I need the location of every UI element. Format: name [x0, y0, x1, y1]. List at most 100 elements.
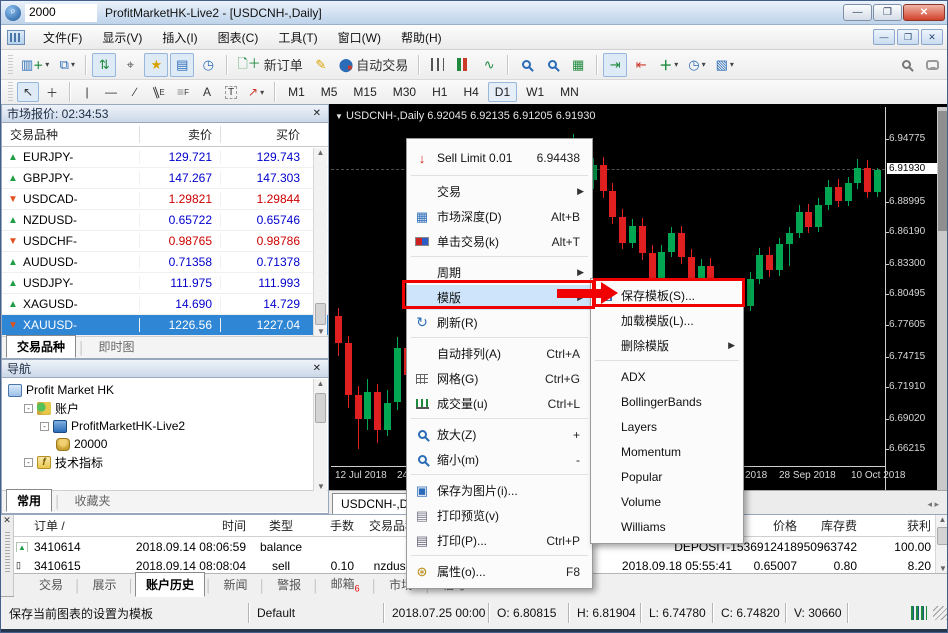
context-menu-item[interactable]: 自动排列(A)Ctrl+A — [407, 341, 592, 366]
menu-item[interactable]: 显示(V) — [92, 28, 152, 48]
resize-grip[interactable] — [933, 606, 947, 620]
market-watch-row[interactable]: ▲EURJPY-129.721129.743 — [2, 147, 328, 168]
navigator-tree-item[interactable]: Profit Market HK — [2, 381, 328, 399]
toolbar-handle[interactable] — [8, 55, 13, 75]
terminal-side-strip[interactable]: ✕ — [1, 515, 14, 597]
minimize-button[interactable]: — — [843, 4, 872, 21]
market-watch-header[interactable]: 市场报价: 02:34:53 ✕ — [2, 105, 328, 123]
market-watch-scrollbar[interactable]: ▲▼ — [313, 148, 327, 336]
navigator-tree-item[interactable]: -账户 — [2, 399, 328, 417]
market-watch-row[interactable]: ▲XAGUSD-14.69014.729 — [2, 294, 328, 315]
menu-item[interactable]: 工具(T) — [268, 28, 327, 48]
restore-button[interactable]: ❐ — [873, 4, 902, 21]
search-button[interactable] — [894, 53, 918, 77]
chart-shift-button[interactable]: ⇤ — [629, 53, 653, 77]
context-menu-item[interactable]: ▤打印(P)...Ctrl+P — [407, 528, 592, 553]
market-watch-close-icon[interactable]: ✕ — [311, 108, 323, 119]
timeframe-button-h1[interactable]: H1 — [425, 82, 454, 102]
text-label-tool-button[interactable]: T — [220, 82, 242, 102]
timeframe-button-h4[interactable]: H4 — [456, 82, 485, 102]
timeframe-button-d1[interactable]: D1 — [488, 82, 517, 102]
timeframe-button-m5[interactable]: M5 — [314, 82, 345, 102]
timeframe-button-w1[interactable]: W1 — [519, 82, 551, 102]
market-watch-row[interactable]: ▲USDJPY-111.975111.993 — [2, 273, 328, 294]
context-menu-item[interactable]: ↻刷新(R) — [407, 310, 592, 335]
navigator-toggle-button[interactable]: ★ — [144, 53, 168, 77]
autotrading-button[interactable]: ⬤■自动交易 — [335, 53, 412, 77]
profiles-button[interactable]: ⧉▾ — [55, 53, 79, 77]
data-window-button[interactable]: ⌖ — [118, 53, 142, 77]
terminal-tab[interactable]: 邮箱6 — [320, 571, 371, 597]
context-menu-item[interactable]: 成交量(u)Ctrl+L — [407, 391, 592, 416]
new-chart-button[interactable]: ▥＋▾ — [17, 53, 53, 77]
context-menu-item[interactable]: ↓Sell Limit 0.016.94438 — [407, 143, 592, 173]
navigator-tree-item[interactable]: -f技术指标 — [2, 453, 328, 471]
new-order-button[interactable]: 🗋＋新订单 — [233, 53, 306, 77]
context-menu-item[interactable]: ▦市场深度(D)Alt+B — [407, 204, 592, 229]
template-submenu-item[interactable]: ADX — [591, 364, 743, 389]
menu-item[interactable]: 帮助(H) — [391, 28, 452, 48]
context-menu-item[interactable]: ▣保存为图片(i)... — [407, 478, 592, 503]
trendline-tool-button[interactable]: ∕ — [124, 82, 146, 102]
crosshair-tool-button[interactable]: ＋ — [41, 82, 63, 102]
template-submenu-item[interactable]: Momentum — [591, 439, 743, 464]
terminal-toggle-button[interactable]: ▤ — [170, 53, 194, 77]
metaeditor-button[interactable]: ✎ — [309, 53, 333, 77]
timeframe-button-m30[interactable]: M30 — [386, 82, 423, 102]
title-bar[interactable]: P 2000 ProfitMarketHK-Live2 - [USDCNH-,D… — [1, 1, 948, 25]
channel-tool-button[interactable]: ∥E — [148, 82, 170, 102]
tree-expander-icon[interactable]: - — [40, 422, 49, 431]
market-watch-column-header[interactable]: 交易品种 卖价 买价 — [2, 123, 328, 147]
chart-tab-scroll-arrows[interactable]: ◂ ▸ — [927, 499, 939, 514]
vertical-line-tool-button[interactable]: | — [76, 82, 98, 102]
market-watch-row[interactable]: ▼XAUUSD-1226.561227.04 — [2, 315, 328, 336]
context-menu-item[interactable]: ⊛属性(o)...F8 — [407, 559, 592, 584]
auto-scroll-button[interactable]: ⇥ — [603, 53, 627, 77]
navigator-tree-item[interactable]: 20000 — [2, 435, 328, 453]
chart-scrollbar[interactable] — [937, 107, 948, 490]
tree-expander-icon[interactable]: - — [24, 458, 33, 467]
line-chart-button[interactable]: ∿ — [477, 53, 501, 77]
terminal-tab[interactable]: 警报 — [266, 572, 312, 597]
context-menu-item[interactable]: 缩小(m)- — [407, 447, 592, 472]
terminal-tab[interactable]: 新闻 — [213, 572, 259, 597]
navigator-scrollbar[interactable]: ▲▼ — [313, 379, 327, 491]
navigator-tab[interactable]: 收藏夹 — [64, 489, 122, 512]
navigator-header[interactable]: 导航 ✕ — [2, 360, 328, 378]
terminal-tab[interactable]: 展示 — [82, 572, 128, 597]
zoom-out-button[interactable] — [540, 53, 564, 77]
periods-button[interactable]: ◷▾ — [684, 53, 709, 77]
horizontal-line-tool-button[interactable]: — — [100, 82, 122, 102]
context-menu-item[interactable]: 单击交易(k)Alt+T — [407, 229, 592, 254]
market-watch-tab[interactable]: 交易品种 — [6, 335, 76, 358]
child-close-button[interactable]: ✕ — [921, 29, 943, 45]
template-submenu-item[interactable]: Williams — [591, 514, 743, 539]
navigator-close-icon[interactable]: ✕ — [311, 363, 323, 374]
terminal-tab[interactable]: 账户历史 — [135, 572, 205, 597]
context-menu-item[interactable]: 周期▶ — [407, 260, 592, 285]
market-watch-row[interactable]: ▲GBPJPY-147.267147.303 — [2, 168, 328, 189]
template-submenu-item[interactable]: Popular — [591, 464, 743, 489]
context-menu-item[interactable]: ▤打印预览(v) — [407, 503, 592, 528]
menu-item[interactable]: 窗口(W) — [328, 28, 391, 48]
bar-chart-button[interactable] — [425, 53, 449, 77]
templates-button[interactable]: ▧▾ — [712, 53, 738, 77]
navigator-tab[interactable]: 常用 — [6, 489, 52, 512]
tile-windows-button[interactable]: ▦ — [566, 53, 590, 77]
menu-item[interactable]: 文件(F) — [33, 28, 92, 48]
market-watch-toggle-button[interactable]: ⇅ — [92, 53, 116, 77]
toolbar-handle[interactable] — [8, 82, 13, 102]
indicators-button[interactable]: ＋▾ — [655, 53, 682, 77]
tree-expander-icon[interactable]: - — [24, 404, 33, 413]
menu-item[interactable]: 图表(C) — [208, 28, 269, 48]
timeframe-button-mn[interactable]: MN — [553, 82, 586, 102]
context-menu-item[interactable]: 放大(Z)+ — [407, 422, 592, 447]
template-submenu-item[interactable]: BollingerBands — [591, 389, 743, 414]
template-submenu-item[interactable]: 删除模版▶ — [591, 333, 743, 358]
template-submenu-item[interactable]: 加载模版(L)... — [591, 308, 743, 333]
context-menu-item[interactable]: 网格(G)Ctrl+G — [407, 366, 592, 391]
terminal-tab[interactable]: 交易 — [28, 572, 74, 597]
market-watch-row[interactable]: ▼USDCAD-1.298211.29844 — [2, 189, 328, 210]
zoom-in-button[interactable] — [514, 53, 538, 77]
cursor-tool-button[interactable]: ↖ — [17, 82, 39, 102]
